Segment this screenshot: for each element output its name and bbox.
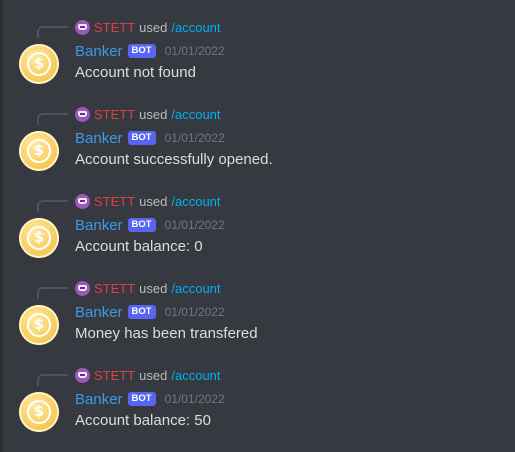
- timestamp[interactable]: 01/01/2022: [165, 44, 225, 58]
- reply-spine: [37, 113, 68, 125]
- bot-avatar[interactable]: $: [19, 44, 59, 84]
- dollar-coin-icon: $: [27, 139, 51, 163]
- message: STETT used /account $ Banker BOT 01/01/2…: [0, 0, 515, 87]
- message-header: Banker BOT 01/01/2022: [75, 40, 225, 62]
- reply-spine: [37, 200, 68, 212]
- author-username[interactable]: Banker: [75, 43, 123, 60]
- timestamp[interactable]: 01/01/2022: [165, 305, 225, 319]
- dollar-coin-icon: $: [27, 226, 51, 250]
- dollar-coin-icon: $: [27, 400, 51, 424]
- bot-tag: BOT: [127, 305, 156, 319]
- invoker-avatar-icon[interactable]: [75, 193, 90, 209]
- bot-avatar[interactable]: $: [19, 131, 59, 171]
- message: STETT used /account $ Banker BOT 01/01/2…: [0, 87, 515, 174]
- bot-tag: BOT: [127, 392, 156, 406]
- reply-spine: [37, 26, 68, 38]
- message: STETT used /account $ Banker BOT 01/01/2…: [0, 261, 515, 348]
- message: STETT used /account $ Banker BOT 01/01/2…: [0, 174, 515, 261]
- message-content: Account not found: [75, 64, 196, 81]
- reply-used-text: used: [139, 19, 168, 35]
- bot-avatar[interactable]: $: [19, 218, 59, 258]
- message: STETT used /account $ Banker BOT 01/01/2…: [0, 348, 515, 435]
- author-username[interactable]: Banker: [75, 391, 123, 408]
- bot-avatar[interactable]: $: [19, 305, 59, 345]
- bot-avatar[interactable]: $: [19, 392, 59, 432]
- invoker-username[interactable]: STETT: [94, 107, 135, 122]
- invoker-username[interactable]: STETT: [94, 368, 135, 383]
- invoker-username[interactable]: STETT: [94, 194, 135, 209]
- command-name[interactable]: /account: [171, 194, 220, 209]
- command-reply-context[interactable]: STETT used /account: [75, 105, 221, 123]
- command-name[interactable]: /account: [171, 20, 220, 35]
- message-content: Account balance: 0: [75, 238, 203, 255]
- invoker-avatar-icon[interactable]: [75, 106, 90, 122]
- command-reply-context[interactable]: STETT used /account: [75, 192, 221, 210]
- bot-tag: BOT: [127, 131, 156, 145]
- dollar-coin-icon: $: [27, 313, 51, 337]
- reply-spine: [37, 374, 68, 386]
- command-name[interactable]: /account: [171, 107, 220, 122]
- reply-spine: [37, 287, 68, 299]
- author-username[interactable]: Banker: [75, 304, 123, 321]
- invoker-username[interactable]: STETT: [94, 20, 135, 35]
- invoker-avatar-icon[interactable]: [75, 280, 90, 296]
- message-content: Money has been transfered: [75, 325, 258, 342]
- message-header: Banker BOT 01/01/2022: [75, 127, 225, 149]
- bot-tag: BOT: [127, 218, 156, 232]
- command-reply-context[interactable]: STETT used /account: [75, 366, 221, 384]
- invoker-username[interactable]: STETT: [94, 281, 135, 296]
- dollar-coin-icon: $: [27, 52, 51, 76]
- reply-used-text: used: [139, 280, 168, 296]
- invoker-avatar-icon[interactable]: [75, 367, 90, 383]
- timestamp[interactable]: 01/01/2022: [165, 218, 225, 232]
- message-content: Account successfully opened.: [75, 151, 273, 168]
- invoker-avatar-icon[interactable]: [75, 19, 90, 35]
- bot-tag: BOT: [127, 44, 156, 58]
- command-name[interactable]: /account: [171, 281, 220, 296]
- reply-used-text: used: [139, 367, 168, 383]
- command-name[interactable]: /account: [171, 368, 220, 383]
- author-username[interactable]: Banker: [75, 130, 123, 147]
- author-username[interactable]: Banker: [75, 217, 123, 234]
- reply-used-text: used: [139, 193, 168, 209]
- reply-used-text: used: [139, 106, 168, 122]
- command-reply-context[interactable]: STETT used /account: [75, 279, 221, 297]
- command-reply-context[interactable]: STETT used /account: [75, 18, 221, 36]
- timestamp[interactable]: 01/01/2022: [165, 392, 225, 406]
- message-header: Banker BOT 01/01/2022: [75, 214, 225, 236]
- message-header: Banker BOT 01/01/2022: [75, 301, 225, 323]
- timestamp[interactable]: 01/01/2022: [165, 131, 225, 145]
- message-content: Account balance: 50: [75, 412, 211, 429]
- message-header: Banker BOT 01/01/2022: [75, 388, 225, 410]
